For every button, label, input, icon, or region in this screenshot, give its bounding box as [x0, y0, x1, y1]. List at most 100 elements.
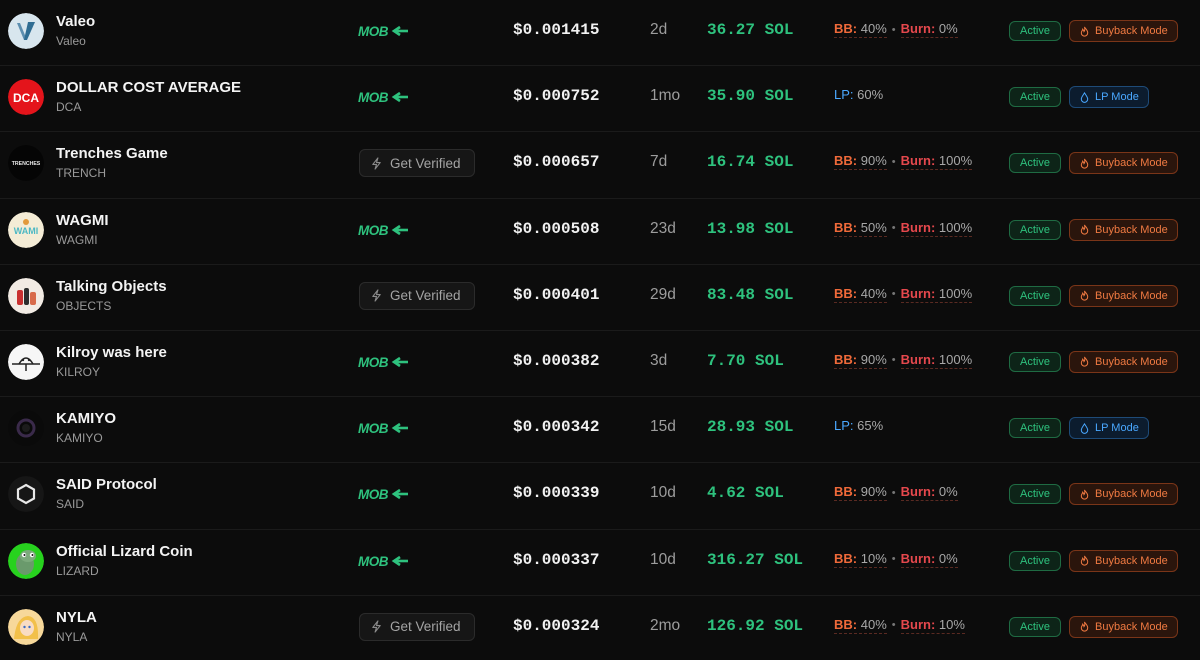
- token-name[interactable]: WAGMI: [56, 212, 109, 229]
- burn-value: 100%: [938, 219, 973, 235]
- token-volume: 36.27 SOL: [707, 21, 794, 39]
- token-volume: 16.74 SOL: [707, 153, 794, 172]
- token-row[interactable]: Valeo Valeo MOB $0.001415 2d 36.27 SOL BB: 40%…: [0, 0, 1200, 67]
- token-age: 15d: [650, 418, 676, 436]
- mode-badge-label: Buyback Mode: [1095, 223, 1168, 236]
- mobk-logo-icon: MOB: [358, 487, 410, 501]
- wagmi-logo-icon: WAMI: [8, 211, 44, 248]
- status-badge: Active: [1009, 418, 1061, 439]
- separator-dot-icon: •: [891, 288, 896, 301]
- mode-badge-label: Buyback Mode: [1095, 289, 1168, 302]
- lp-info: LP: 60%: [834, 87, 883, 102]
- bb-info: BB: 90%: [834, 484, 887, 502]
- nyla-logo-icon: [8, 608, 44, 645]
- token-ticker: TRENCH: [56, 166, 106, 181]
- token-ticker: OBJECTS: [56, 298, 112, 313]
- burn-value: 10%: [938, 616, 965, 632]
- burn-info: Burn: 0%: [900, 21, 958, 38]
- mode-badge-label: Buyback Mode: [1095, 488, 1168, 501]
- buyback-mode-badge: Buyback Mode: [1069, 152, 1178, 175]
- token-age: 10d: [650, 550, 676, 568]
- flame-icon: [1079, 356, 1090, 367]
- lightning-icon: [370, 289, 383, 302]
- mobk-logo-icon: MOB: [358, 24, 410, 38]
- mode-info: BB: 40% • Burn: 10%: [834, 617, 965, 634]
- token-volume: 7.70 SOL: [707, 351, 784, 370]
- token-ticker: LIZARD: [56, 563, 99, 578]
- bb-label: BB:: [834, 153, 858, 169]
- lp-label: LP:: [834, 418, 854, 434]
- status-badge: Active: [1009, 484, 1061, 505]
- bb-info: BB: 50%: [834, 220, 887, 237]
- token-row[interactable]: Official Lizard Coin LIZARD MOB $0.000337 10…: [0, 529, 1200, 596]
- separator-dot-icon: •: [891, 222, 896, 235]
- get-verified-button[interactable]: Get Verified: [359, 612, 475, 641]
- token-name[interactable]: Talking Objects: [56, 278, 167, 295]
- talking-objects-logo-icon: [8, 277, 44, 314]
- burn-info: Burn: 0%: [900, 484, 958, 502]
- token-row[interactable]: Kilroy was here KILROY MOB $0.000382 3d 7.70 …: [0, 330, 1200, 398]
- bb-value: 90%: [860, 351, 887, 367]
- token-row[interactable]: NYLA NYLA Get Verified $0.000324 2mo 126.92 S…: [0, 595, 1200, 660]
- bb-info: BB: 90%: [834, 352, 887, 369]
- bb-label: BB:: [834, 219, 858, 235]
- token-price: $0.000508: [513, 219, 600, 238]
- burn-value: 100%: [938, 285, 973, 301]
- burn-info: Burn: 100%: [900, 153, 973, 171]
- token-age: 2mo: [650, 616, 681, 634]
- token-name[interactable]: NYLA: [56, 609, 97, 626]
- separator-dot-icon: •: [891, 155, 896, 168]
- bb-value: 40%: [860, 21, 887, 36]
- burn-info: Burn: 100%: [900, 219, 973, 237]
- flame-icon: [1079, 555, 1090, 566]
- token-name[interactable]: KAMIYO: [56, 410, 116, 427]
- bb-label: BB:: [834, 351, 858, 367]
- token-name[interactable]: DOLLAR COST AVERAGE: [56, 79, 241, 96]
- get-verified-label: Get Verified: [390, 155, 461, 171]
- token-row[interactable]: Talking Objects OBJECTS Get Verified $0.000…: [0, 264, 1200, 331]
- mode-badge-label: Buyback Mode: [1095, 554, 1168, 567]
- token-name[interactable]: Valeo: [56, 13, 95, 30]
- token-name[interactable]: Official Lizard Coin: [56, 543, 193, 560]
- burn-value: 0%: [938, 21, 958, 36]
- token-ticker: Valeo: [56, 34, 86, 48]
- lp-value: 65%: [857, 418, 884, 434]
- token-row[interactable]: KAMIYO KAMIYO MOB $0.000342 15d 28.93 SOL LP: …: [0, 397, 1200, 464]
- get-verified-label: Get Verified: [390, 619, 461, 635]
- lp-info: LP: 65%: [834, 418, 883, 433]
- token-volume: 126.92 SOL: [707, 616, 804, 635]
- burn-value: 100%: [938, 153, 973, 169]
- token-volume: 316.27 SOL: [707, 550, 804, 569]
- token-age: 1mo: [650, 87, 681, 105]
- buyback-mode-badge: Buyback Mode: [1069, 350, 1178, 373]
- bb-label: BB:: [834, 484, 858, 500]
- token-row[interactable]: SAID Protocol SAID MOB $0.000339 10d 4.62 SOL…: [0, 463, 1200, 530]
- status-badge: Active: [1009, 219, 1061, 240]
- get-verified-label: Get Verified: [390, 288, 461, 304]
- token-age: 29d: [650, 285, 676, 303]
- bb-info: BB: 40%: [834, 286, 887, 303]
- burn-value: 0%: [938, 550, 958, 566]
- token-volume: 4.62 SOL: [707, 484, 784, 503]
- token-name[interactable]: SAID Protocol: [56, 476, 157, 493]
- mode-info: BB: 90% • Burn: 0%: [834, 484, 958, 502]
- get-verified-button[interactable]: Get Verified: [359, 281, 475, 310]
- separator-dot-icon: •: [891, 486, 896, 499]
- token-price: $0.000752: [513, 87, 600, 106]
- token-row[interactable]: TRENCHES Trenches Game TRENCH Get Verified $…: [0, 132, 1200, 199]
- token-name[interactable]: Kilroy was here: [56, 344, 167, 361]
- get-verified-button[interactable]: Get Verified: [359, 149, 475, 178]
- status-badge: Active: [1009, 351, 1061, 372]
- burn-label: Burn:: [900, 219, 936, 235]
- token-name[interactable]: Trenches Game: [56, 145, 168, 162]
- flame-icon: [1079, 290, 1090, 301]
- mode-badge-label: Buyback Mode: [1095, 355, 1168, 368]
- token-row[interactable]: DCA DOLLAR COST AVERAGE DCA MOB $0.000752 1mo…: [0, 66, 1200, 133]
- svg-text:MOB: MOB: [358, 487, 389, 501]
- token-volume: 28.93 SOL: [707, 418, 794, 437]
- buyback-mode-badge: Buyback Mode: [1069, 284, 1178, 307]
- token-row[interactable]: WAMI WAGMI WAGMI MOB $0.000508 23d 13.98 SOL BB…: [0, 198, 1200, 265]
- token-price: $0.000382: [513, 351, 600, 370]
- bb-value: 10%: [860, 550, 887, 566]
- burn-value: 100%: [938, 351, 973, 367]
